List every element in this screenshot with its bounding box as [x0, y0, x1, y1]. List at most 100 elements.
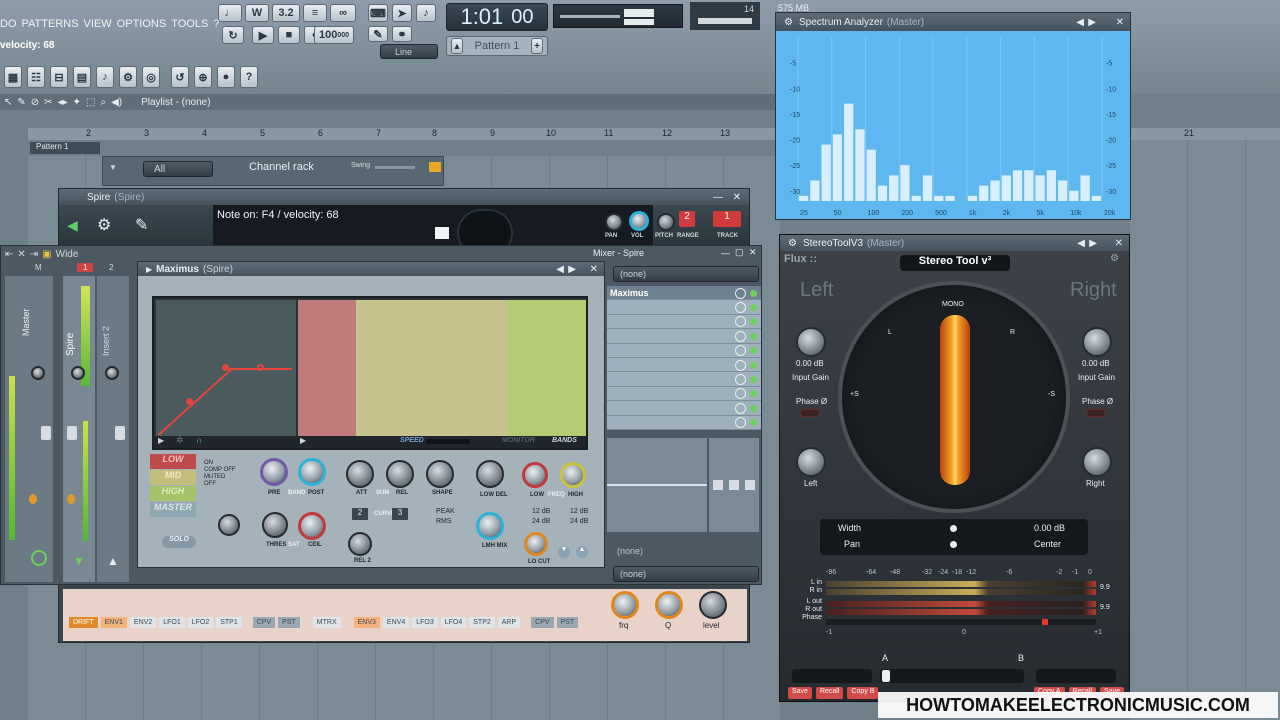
- erase-tool-icon[interactable]: ⊘: [31, 97, 39, 108]
- pencil-tool-icon[interactable]: ✎: [17, 97, 25, 108]
- master-fader[interactable]: [41, 426, 51, 440]
- mixer-box-icon[interactable]: ▣: [42, 249, 51, 260]
- input-gain-right-knob[interactable]: [1082, 327, 1112, 357]
- band-master[interactable]: MASTER: [150, 502, 196, 517]
- maximus-prev-icon[interactable]: ◀: [556, 264, 564, 275]
- post-knob[interactable]: [298, 458, 326, 486]
- tab-env3[interactable]: ENV3: [353, 617, 380, 628]
- slot-enable-icon[interactable]: [750, 347, 757, 354]
- low-freq-knob[interactable]: [522, 462, 548, 488]
- lmh-mix-knob[interactable]: [476, 512, 504, 540]
- display-headphone-icon[interactable]: ∩: [196, 435, 202, 445]
- mixer-arrow-icon[interactable]: ⇤: [5, 249, 13, 260]
- range-display[interactable]: 2: [679, 211, 695, 227]
- tab-pst[interactable]: PST: [278, 617, 300, 628]
- slot-enable-icon[interactable]: [750, 290, 757, 297]
- tab-cpv-2[interactable]: CPV: [531, 617, 554, 628]
- pan-knob[interactable]: [605, 213, 623, 231]
- playlist-title[interactable]: Playlist - (none): [141, 97, 210, 108]
- mixer-view-icon[interactable]: ✕: [17, 249, 25, 260]
- mini-fader-1[interactable]: [713, 480, 723, 490]
- plugin-picker-icon[interactable]: ▦: [4, 66, 22, 88]
- mixer-max-icon[interactable]: ▢: [735, 247, 744, 258]
- insert2-route-icon[interactable]: ▲: [107, 554, 119, 568]
- typing-keyboard-icon[interactable]: ⌨: [368, 4, 388, 22]
- display-play-icon-2[interactable]: ▶: [300, 436, 306, 445]
- channel-rack-icon[interactable]: ⊟: [50, 66, 68, 88]
- slot-enable-icon[interactable]: [750, 390, 757, 397]
- plug-icon[interactable]: ◀: [67, 217, 78, 234]
- down-arrow-button[interactable]: ▼: [558, 546, 570, 558]
- db-option-2[interactable]: 24 dB: [532, 518, 550, 525]
- slot-mix-knob[interactable]: [735, 302, 746, 313]
- speed-slider[interactable]: [426, 439, 470, 444]
- stereotool-prev-icon[interactable]: ◀: [1077, 238, 1085, 249]
- slot-mix-knob[interactable]: [735, 374, 746, 385]
- tab-mtrx[interactable]: MTRX: [312, 617, 341, 628]
- settings-icon[interactable]: ⚙: [97, 215, 111, 235]
- mixer-layout-label[interactable]: Wide: [56, 249, 79, 260]
- slot-enable-icon[interactable]: [750, 405, 757, 412]
- spectrum-close-icon[interactable]: ✕: [1116, 17, 1124, 28]
- tab-pst-2[interactable]: PST: [556, 617, 579, 628]
- speaker-tool-icon[interactable]: ◀): [111, 97, 122, 108]
- tab-drift[interactable]: DRIFT: [69, 617, 98, 628]
- spectrum-next-icon[interactable]: ▶: [1088, 17, 1096, 28]
- curve-point[interactable]: [257, 364, 264, 371]
- shape-knob[interactable]: [426, 460, 454, 488]
- slot-mix-knob[interactable]: [735, 360, 746, 371]
- slot-mix-knob[interactable]: [735, 417, 746, 428]
- tab-lfo1[interactable]: LFO1: [159, 617, 185, 628]
- mixer-icon[interactable]: ☷: [27, 66, 45, 88]
- wrench-icon[interactable]: ✎: [135, 215, 148, 235]
- slot-mix-knob[interactable]: [735, 403, 746, 414]
- step-edit-icon[interactable]: ➤: [392, 4, 412, 22]
- record-mode-icon[interactable]: ↻: [222, 26, 244, 44]
- mode-select[interactable]: Line: [380, 44, 438, 59]
- curve-point[interactable]: [186, 398, 193, 405]
- pitch-knob[interactable]: [657, 213, 675, 231]
- high-freq-knob[interactable]: [560, 462, 586, 488]
- select-tool-icon[interactable]: ⬚: [86, 97, 95, 108]
- curve-box-1[interactable]: 2: [352, 508, 368, 520]
- info-icon[interactable]: ◎: [142, 66, 160, 88]
- help-icon[interactable]: ?: [240, 66, 258, 88]
- menu-item-options[interactable]: OPTIONS: [117, 18, 167, 34]
- right-knob[interactable]: [1082, 447, 1112, 477]
- metronome-icon[interactable]: ♩: [218, 4, 242, 22]
- mini-fader-3[interactable]: [745, 480, 755, 490]
- spire-route-icon[interactable]: ▼: [73, 554, 85, 568]
- slot-enable-icon[interactable]: [750, 362, 757, 369]
- master-route-icon[interactable]: [31, 550, 47, 566]
- spire-close-icon[interactable]: ✕: [733, 192, 741, 203]
- stereotool-close-icon[interactable]: ✕: [1115, 238, 1123, 249]
- piano-roll-icon[interactable]: ▤: [73, 66, 91, 88]
- mic-icon[interactable]: ●: [217, 66, 235, 88]
- slip-tool-icon[interactable]: ✦: [73, 97, 81, 108]
- settings-dots-icon[interactable]: ⚙: [1110, 253, 1119, 264]
- display-gear-icon[interactable]: ✲: [176, 435, 184, 446]
- snap-display[interactable]: 3.2: [272, 4, 300, 22]
- piano-icon[interactable]: [433, 225, 451, 241]
- insert2-fader[interactable]: [115, 426, 125, 440]
- menu-item-patterns[interactable]: PATTERNS: [22, 18, 79, 34]
- pattern-name[interactable]: Pattern 1: [463, 40, 531, 52]
- lo-cut-knob[interactable]: [524, 532, 548, 556]
- plugin-icon[interactable]: ⚙: [119, 66, 137, 88]
- menu-item[interactable]: DO: [0, 18, 17, 34]
- spectrum-prev-icon[interactable]: ◀: [1076, 17, 1084, 28]
- band-high[interactable]: HIGH: [150, 486, 196, 501]
- slot-mix-knob[interactable]: [735, 288, 746, 299]
- display-play-icon[interactable]: ▶: [158, 436, 164, 445]
- maximus-close-icon[interactable]: ✕: [590, 264, 598, 275]
- mixer-preset-mid[interactable]: (none): [617, 546, 643, 556]
- playlist-pattern-tag[interactable]: Pattern 1: [30, 142, 100, 154]
- thres-knob[interactable]: [262, 512, 288, 538]
- rack-menu-arrow[interactable]: ▼: [109, 163, 117, 172]
- slot-mix-knob[interactable]: [735, 331, 746, 342]
- track-display[interactable]: 1: [713, 211, 741, 227]
- pan-slider-handle[interactable]: [950, 541, 957, 548]
- lmh-knob[interactable]: [218, 514, 240, 536]
- db-option-1[interactable]: 12 dB: [532, 508, 550, 515]
- tab-env4[interactable]: ENV4: [382, 617, 410, 628]
